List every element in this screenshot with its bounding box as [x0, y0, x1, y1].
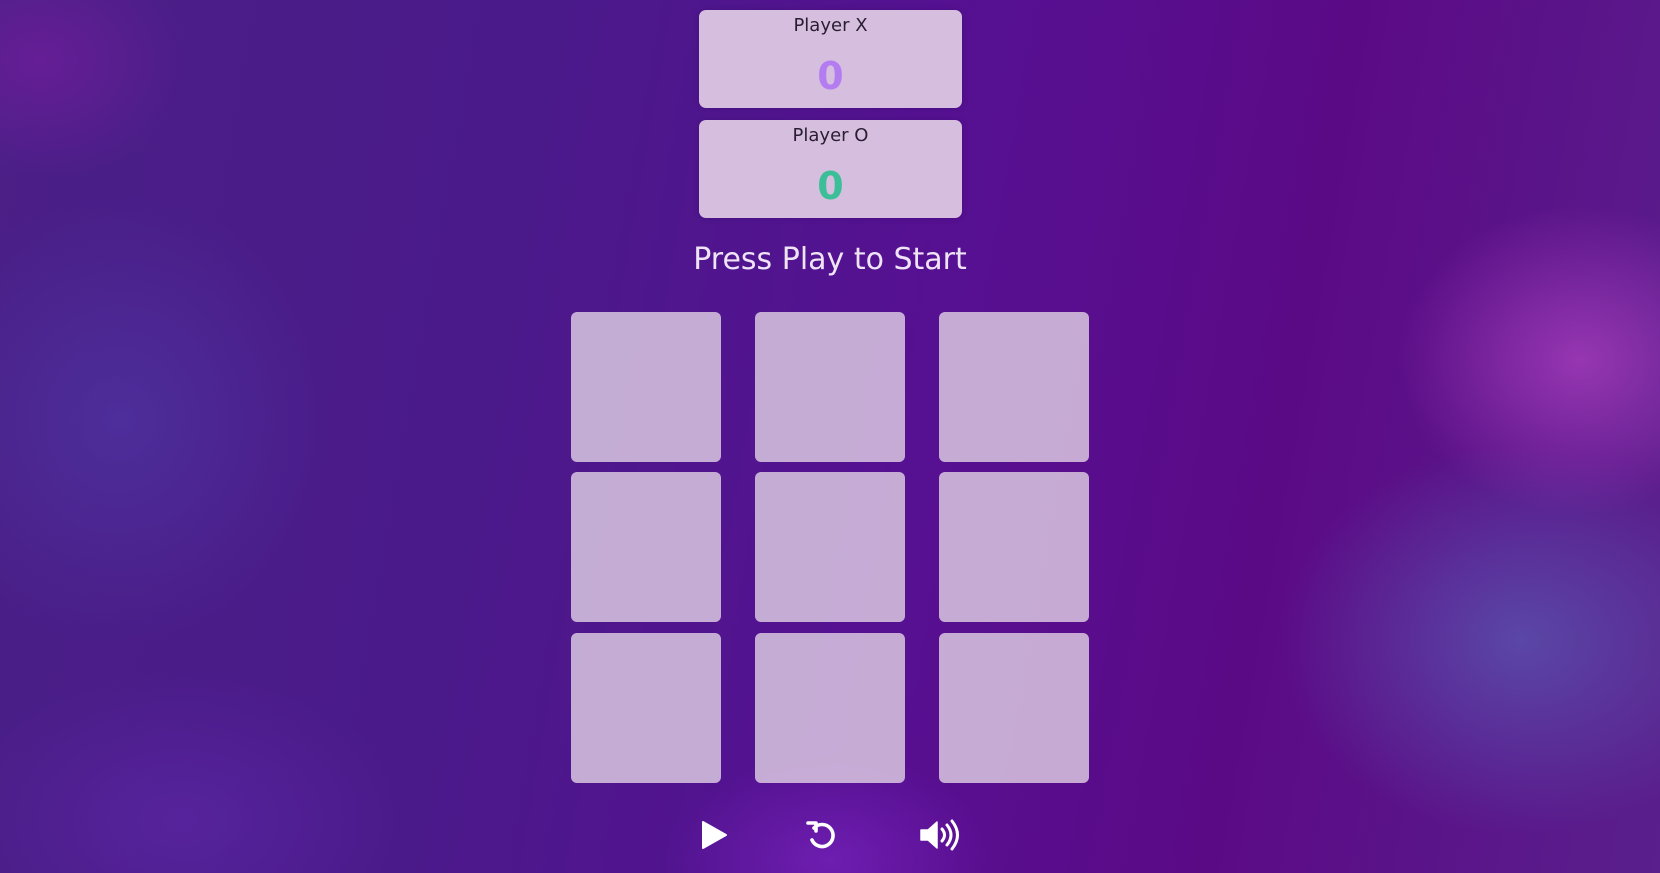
- game-board: [571, 312, 1090, 783]
- board-cell-6[interactable]: [939, 472, 1089, 622]
- sound-button[interactable]: [918, 815, 964, 855]
- board-cell-9[interactable]: [939, 633, 1089, 783]
- restart-icon: [805, 818, 839, 852]
- player-x-score: 0: [817, 54, 844, 98]
- game-controls: [0, 815, 1660, 855]
- player-o-score-card: Player O 0: [699, 120, 962, 218]
- board-cell-1[interactable]: [571, 312, 721, 462]
- play-button[interactable]: [694, 815, 734, 855]
- board-cell-8[interactable]: [755, 633, 905, 783]
- player-x-score-card: Player X 0: [699, 10, 962, 108]
- board-cell-2[interactable]: [755, 312, 905, 462]
- board-cell-3[interactable]: [939, 312, 1089, 462]
- player-x-label: Player X: [793, 15, 868, 36]
- game-status-message: Press Play to Start: [693, 242, 967, 277]
- board-cell-7[interactable]: [571, 633, 721, 783]
- restart-button[interactable]: [802, 815, 842, 855]
- player-o-score: 0: [817, 164, 844, 208]
- play-icon: [699, 819, 729, 851]
- volume-icon: [919, 818, 963, 852]
- board-cell-5[interactable]: [755, 472, 905, 622]
- board-cell-4[interactable]: [571, 472, 721, 622]
- player-o-label: Player O: [792, 125, 869, 146]
